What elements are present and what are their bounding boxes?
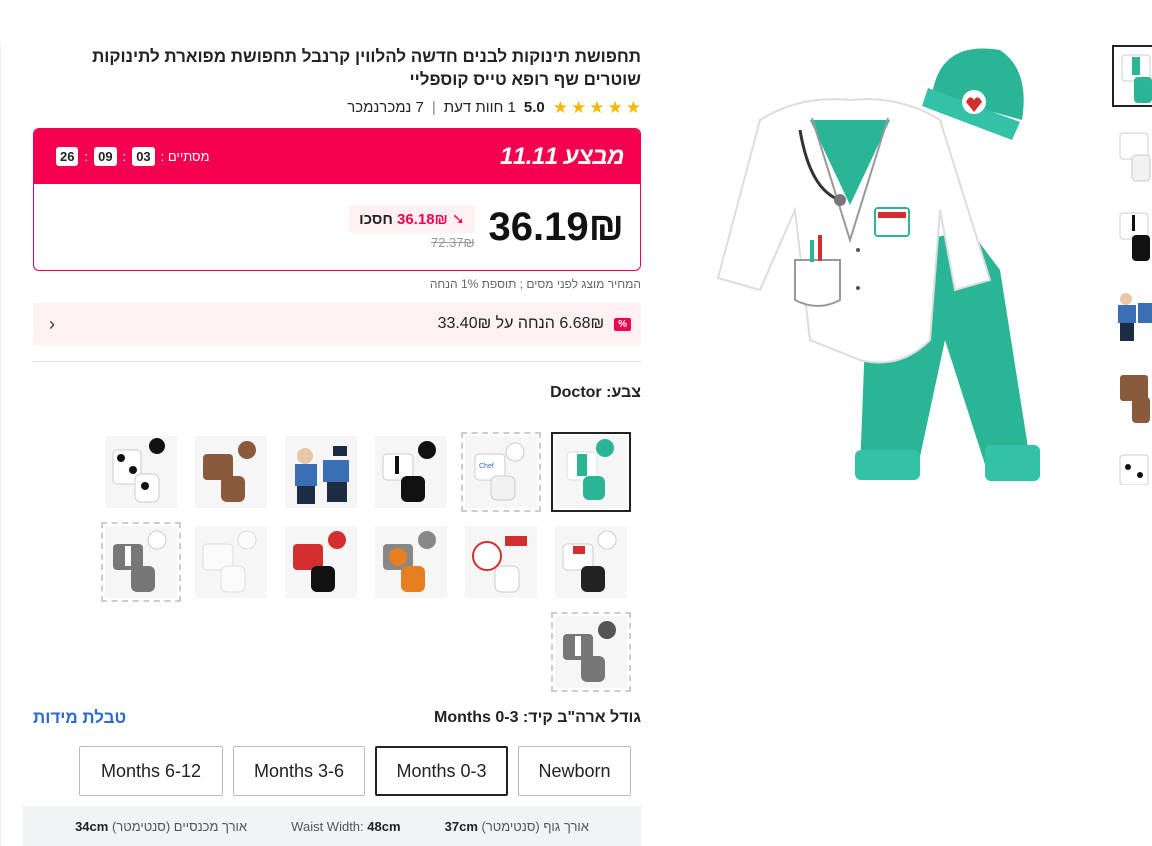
chevron-left-icon[interactable]: ‹ xyxy=(49,314,55,335)
down-arrow-icon: ➘ xyxy=(451,210,465,228)
measure-body-length: אורך גוף (סנטימטר) 37cm xyxy=(445,819,589,834)
timer-minutes: 09 xyxy=(94,147,117,166)
rating-value: 5.0 xyxy=(523,99,545,116)
timer-label: מסתיים : xyxy=(160,149,210,164)
swatch-basketball[interactable] xyxy=(371,522,451,602)
star-icon: ★ xyxy=(571,98,587,117)
thumbnail-item[interactable] xyxy=(1112,445,1152,485)
savings-amount: 36.18₪ xyxy=(397,210,448,228)
coupon-banner[interactable]: % 6.68₪ הנחה על 33.40₪ ‹ xyxy=(33,303,641,345)
color-selected-value: Doctor xyxy=(550,384,602,401)
measurements-bar: אורך גוף (סנטימטר) 37cm Waist Width: 48c… xyxy=(23,806,641,846)
size-option-months-3-6[interactable]: Months 3-6 xyxy=(233,746,365,796)
swatch-image xyxy=(465,526,537,598)
measure-value: 37cm xyxy=(444,818,478,834)
size-chart-link[interactable]: טבלת מידות xyxy=(33,708,126,728)
sold-count: 7 נמכרנמכר xyxy=(347,99,424,116)
star-icon: ★ xyxy=(589,98,605,117)
size-selected-value: Months 0-3 xyxy=(434,709,519,726)
countdown-timer: מסתיים : 03 : 09 : 26 xyxy=(56,147,210,166)
measure-value: 34cm xyxy=(75,818,109,834)
main-product-image[interactable] xyxy=(700,40,1060,500)
swatch-doctor[interactable] xyxy=(551,432,631,512)
size-option-newborn[interactable]: Newborn xyxy=(518,746,631,796)
svg-text:Chef: Chef xyxy=(479,463,494,470)
swatch-image xyxy=(105,526,177,598)
star-icon: ★ xyxy=(625,98,641,117)
measure-pants-length: אורך מכנסיים (סנטימטר) 34cm xyxy=(75,819,247,834)
doctor-costume-illustration xyxy=(716,48,1040,481)
deal-header: מבצע 11.11 מסתיים : 03 : 09 : 26 xyxy=(34,129,640,184)
product-info: תחפושת תינוקות לבנים חדשה להלווין קרנבל … xyxy=(33,45,641,402)
divider-bar: | xyxy=(431,99,436,116)
swatch-grey-suit[interactable] xyxy=(101,522,181,602)
price-area: 36.19₪ ➘ 36.18₪ חסכו 72.37₪ xyxy=(34,184,640,270)
thumbnail-item[interactable] xyxy=(1112,205,1152,267)
coupon-content: % 6.68₪ הנחה על 33.40₪ xyxy=(438,315,631,333)
size-label: גודל ארה"ב קיד: Months 0-3 xyxy=(434,709,641,727)
thumbnail-item[interactable] xyxy=(1112,365,1152,427)
size-option-months-6-12[interactable]: Months 6-12 xyxy=(79,746,223,796)
star-icon: ★ xyxy=(552,98,568,117)
deal-box: מבצע 11.11 מסתיים : 03 : 09 : 26 36.19₪ … xyxy=(33,128,641,271)
swatch-image xyxy=(555,436,627,508)
savings-label: חסכו xyxy=(359,210,393,228)
swatch-sailor[interactable] xyxy=(551,522,631,602)
page-edge xyxy=(0,45,1,846)
swatch-white[interactable] xyxy=(191,522,271,602)
swatch-football[interactable] xyxy=(191,432,271,512)
swatch-image xyxy=(285,436,357,508)
tax-note: המחיר מוצג לפני מסים ; תוספת 1% הנחה xyxy=(429,277,641,291)
product-title: תחפושת תינוקות לבנים חדשה להלווין קרנבל … xyxy=(92,47,641,89)
measure-value: 48cm xyxy=(367,818,401,834)
thumbnail-item[interactable] xyxy=(1112,45,1152,107)
coupon-tag-icon: % xyxy=(614,317,631,331)
reviews-link[interactable]: 1 חוות דעת xyxy=(444,99,516,116)
measure-waist: Waist Width: 48cm xyxy=(291,819,400,834)
swatch-image xyxy=(195,436,267,508)
timer-hours: 03 xyxy=(132,147,155,166)
swatch-chef[interactable]: Chef xyxy=(461,432,541,512)
swatch-tuxedo[interactable] xyxy=(371,432,451,512)
timer-sep: : xyxy=(122,149,127,164)
swatch-police[interactable] xyxy=(281,432,361,512)
thumbnail-item[interactable] xyxy=(1112,125,1152,187)
swatch-baseball[interactable] xyxy=(461,522,541,602)
timer-sep: : xyxy=(84,149,89,164)
savings-badge: ➘ 36.18₪ חסכו xyxy=(349,204,475,233)
savings: ➘ 36.18₪ חסכו 72.37₪ xyxy=(349,204,475,250)
original-price: 72.37₪ xyxy=(430,234,475,250)
swatch-image xyxy=(105,436,177,508)
star-icon: ★ xyxy=(607,98,623,117)
swatch-image xyxy=(555,526,627,598)
rating-row: ★ ★ ★ ★ ★ 5.0 1 חוות דעת | 7 נמכרנמכר xyxy=(33,99,641,116)
color-label-text: צבע: xyxy=(606,384,641,401)
measure-label: Waist Width: xyxy=(291,818,364,834)
swatch-image xyxy=(285,526,357,598)
measure-label: אורך מכנסיים (סנטימטר) xyxy=(111,818,248,834)
star-rating[interactable]: ★ ★ ★ ★ ★ xyxy=(553,99,641,116)
swatch-image: Chef xyxy=(465,436,537,508)
coupon-text: 6.68₪ הנחה על 33.40₪ xyxy=(437,315,605,332)
swatch-firefighter[interactable] xyxy=(281,522,361,602)
measure-label: אורך גוף (סנטימטר) xyxy=(481,818,589,834)
swatch-image xyxy=(375,526,447,598)
deal-title: מבצע 11.11 xyxy=(500,142,624,170)
divider xyxy=(33,361,641,362)
thumbnail-item[interactable] xyxy=(1112,285,1152,347)
size-option-months-0-3[interactable]: Months 0-3 xyxy=(375,746,508,796)
swatch-image xyxy=(195,526,267,598)
swatch-image xyxy=(555,616,627,688)
current-price: 36.19₪ xyxy=(488,204,624,249)
size-label-text: גודל ארה"ב קיד: xyxy=(522,709,641,726)
timer-seconds: 26 xyxy=(56,147,79,166)
swatch-soccer[interactable] xyxy=(101,432,181,512)
swatch-image xyxy=(375,436,447,508)
swatch-gentleman[interactable] xyxy=(551,612,631,692)
color-label: צבע: Doctor xyxy=(33,384,641,402)
